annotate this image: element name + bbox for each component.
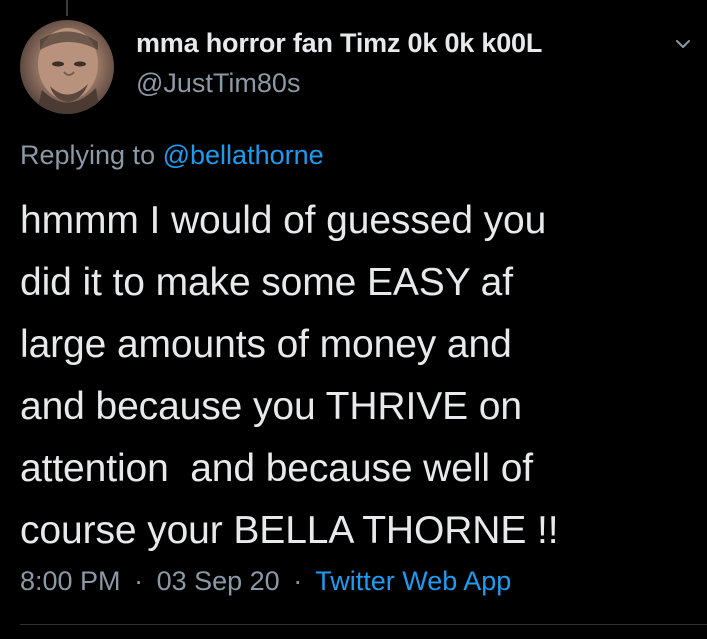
chevron-down-icon[interactable]	[673, 34, 693, 54]
meta-separator: ·	[293, 566, 303, 596]
author-handle[interactable]: @JustTim80s	[136, 66, 687, 100]
reply-context: Replying to @bellathorne	[20, 138, 324, 172]
tweet-time[interactable]: 8:00 PM	[20, 566, 121, 596]
avatar[interactable]	[20, 20, 114, 114]
tweet-line: hmmm I would of guessed you	[20, 199, 547, 242]
tweet-source-link[interactable]: Twitter Web App	[315, 566, 511, 596]
author-display-name[interactable]: mma horror fan Timz 0k 0k k00L	[136, 26, 687, 60]
meta-separator: ·	[134, 566, 144, 596]
tweet-line: did it to make some EASY af	[20, 261, 513, 304]
tweet-meta: 8:00 PM · 03 Sep 20 · Twitter Web App	[20, 564, 511, 598]
reply-mention-link[interactable]: @bellathorne	[163, 140, 324, 170]
tweet-text: hmmm I would of guessed you did it to ma…	[20, 190, 700, 562]
avatar-image	[36, 28, 100, 114]
reply-prefix: Replying to	[20, 140, 156, 170]
tweet-line: course your BELLA THORNE !!	[20, 509, 559, 552]
thread-connector-line	[66, 0, 68, 16]
tweet-date[interactable]: 03 Sep 20	[157, 566, 280, 596]
tweet-line: and because you THRIVE on	[20, 385, 522, 428]
divider	[20, 624, 707, 625]
tweet-line: attention and because well of	[20, 447, 534, 490]
tweet-header: mma horror fan Timz 0k 0k k00L @JustTim8…	[136, 26, 687, 100]
tweet-line: large amounts of money and	[20, 323, 512, 366]
